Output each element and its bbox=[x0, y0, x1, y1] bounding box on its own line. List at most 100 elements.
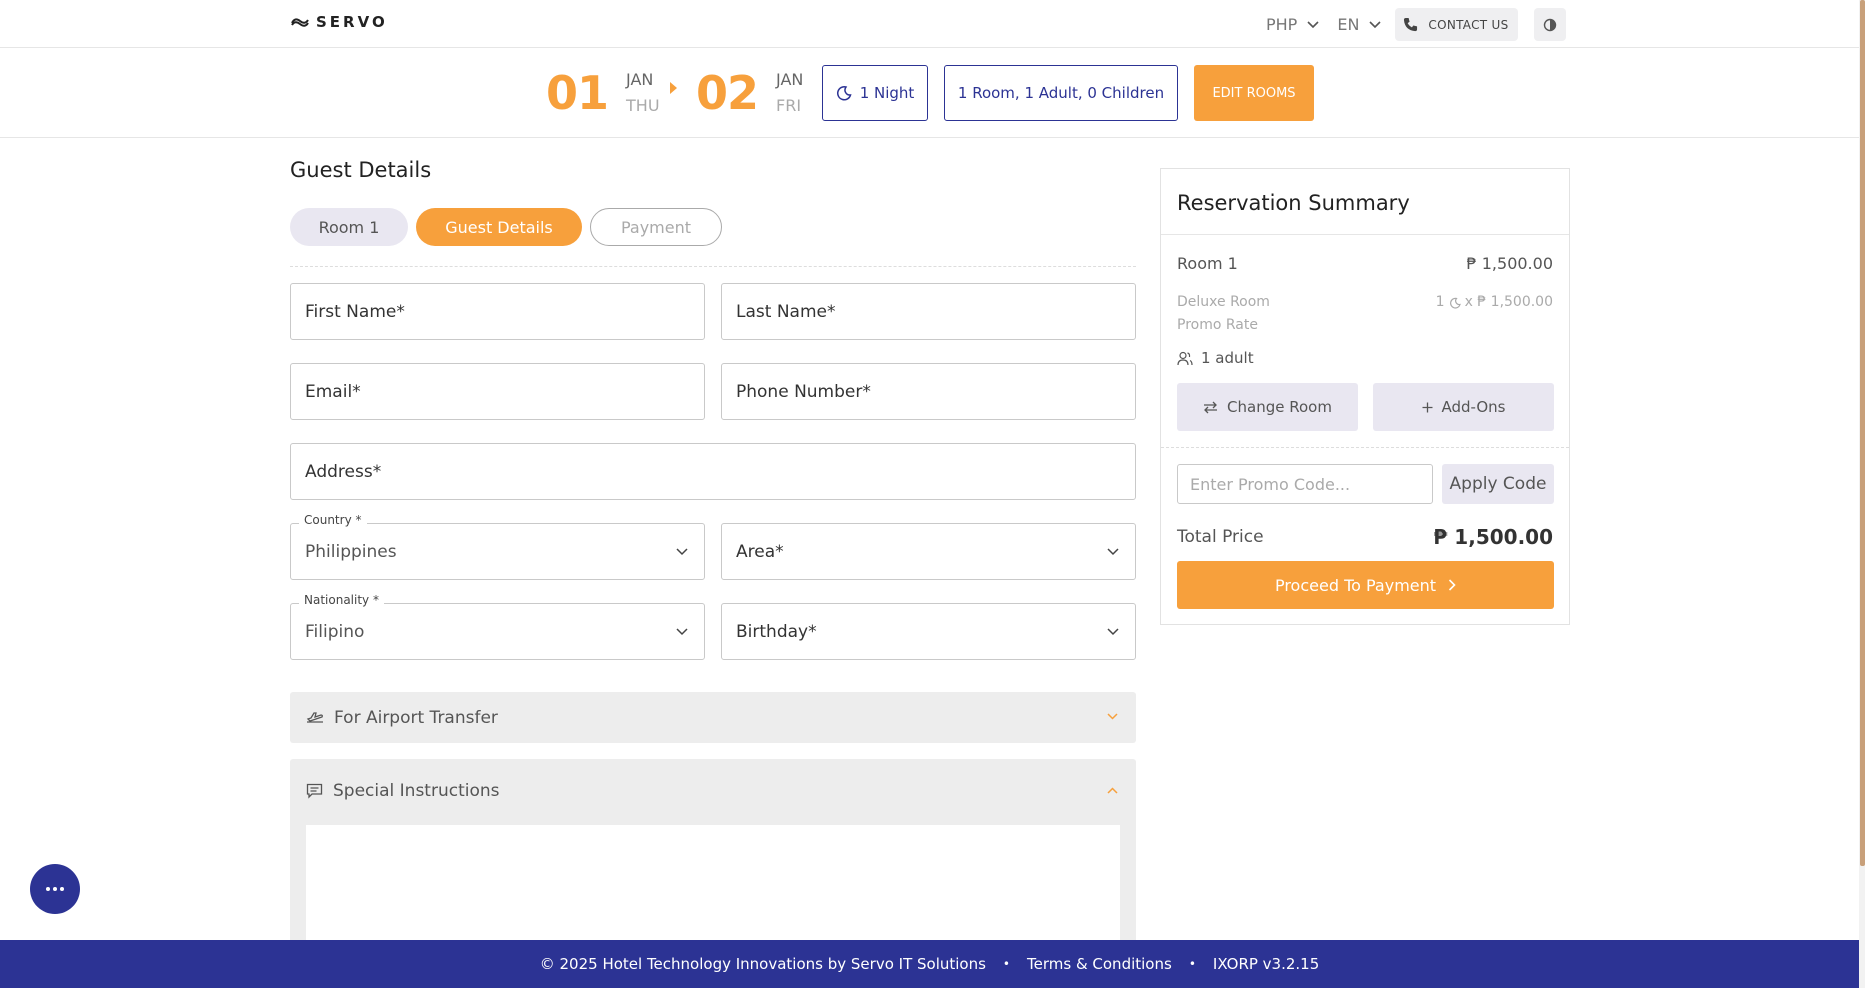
moon-icon bbox=[836, 86, 852, 101]
step-tabs: Room 1 Guest Details Payment bbox=[290, 208, 722, 246]
message-icon bbox=[306, 783, 323, 799]
more-dots-icon bbox=[60, 887, 64, 891]
language-value: EN bbox=[1337, 15, 1360, 34]
total-price-value: ₱ 1,500.00 bbox=[1433, 525, 1553, 549]
servo-logo-icon bbox=[291, 18, 309, 27]
nights-label: 1 Night bbox=[859, 84, 915, 102]
chevron-down-icon bbox=[676, 628, 688, 636]
add-ons-button[interactable]: Add-Ons bbox=[1373, 383, 1554, 431]
footer-separator: • bbox=[1002, 957, 1010, 971]
checkout-date[interactable]: 02 JAN FRI bbox=[696, 66, 803, 120]
summary-room-name: Room 1 bbox=[1177, 254, 1238, 273]
chevron-down-icon bbox=[1107, 628, 1119, 636]
more-dots-icon bbox=[53, 887, 57, 891]
nationality-select[interactable]: Nationality * Filipino bbox=[290, 593, 705, 660]
special-instructions-label: Special Instructions bbox=[333, 781, 500, 801]
checkout-weekday: FRI bbox=[776, 96, 802, 115]
nationality-value: Filipino bbox=[305, 621, 365, 642]
chevron-right-icon bbox=[1448, 579, 1456, 591]
total-price-label: Total Price bbox=[1177, 527, 1264, 547]
airport-transfer-accordion[interactable]: For Airport Transfer bbox=[290, 692, 1136, 743]
first-name-placeholder: First Name* bbox=[305, 301, 405, 322]
divider bbox=[290, 266, 1136, 267]
rate-detail: x ₱ 1,500.00 bbox=[1464, 294, 1553, 310]
edit-rooms-button[interactable]: EDIT ROOMS bbox=[1194, 65, 1314, 121]
contact-us-label: CONTACT US bbox=[1428, 17, 1509, 32]
adult-count-label: 1 adult bbox=[1201, 349, 1254, 367]
checkout-month: JAN bbox=[776, 70, 804, 89]
rooms-guests-label: 1 Room, 1 Adult, 0 Children bbox=[957, 84, 1165, 102]
nights-count: 1 bbox=[1435, 294, 1445, 310]
country-select[interactable]: Country * Philippines bbox=[290, 513, 705, 580]
booking-bar: 01 JAN THU 02 JAN FRI 1 Night 1 Room, 1 … bbox=[0, 48, 1859, 138]
divider bbox=[1161, 234, 1569, 235]
chevron-down-icon bbox=[1307, 20, 1319, 28]
last-name-field[interactable]: Last Name* bbox=[721, 283, 1136, 340]
checkin-date[interactable]: 01 JAN THU bbox=[546, 66, 660, 120]
birthday-select[interactable]: Birthday* bbox=[721, 603, 1136, 660]
birthday-placeholder: Birthday* bbox=[736, 621, 817, 642]
step-room-1[interactable]: Room 1 bbox=[290, 208, 408, 246]
step-guest-details[interactable]: Guest Details bbox=[416, 208, 582, 246]
checkin-weekday: THU bbox=[626, 96, 660, 115]
footer-separator: • bbox=[1188, 957, 1196, 971]
proceed-to-payment-button[interactable]: Proceed To Payment bbox=[1177, 561, 1554, 609]
step-payment[interactable]: Payment bbox=[590, 208, 722, 246]
change-room-button[interactable]: Change Room bbox=[1177, 383, 1358, 431]
top-header: SERVO PHP EN CONTACT US bbox=[0, 0, 1859, 48]
chevron-down-icon bbox=[1369, 20, 1381, 28]
more-dots-icon bbox=[46, 887, 50, 891]
room-type: Deluxe Room bbox=[1177, 294, 1270, 310]
first-name-field[interactable]: First Name* bbox=[290, 283, 705, 340]
change-room-label: Change Room bbox=[1227, 398, 1332, 416]
phone-number-field[interactable]: Phone Number* bbox=[721, 363, 1136, 420]
email-field[interactable]: Email* bbox=[290, 363, 705, 420]
logo-text: SERVO bbox=[316, 13, 388, 31]
area-placeholder: Area* bbox=[736, 541, 784, 562]
footer: © 2025 Hotel Technology Innovations by S… bbox=[0, 940, 1859, 988]
swap-icon bbox=[1204, 401, 1218, 413]
language-select[interactable]: EN bbox=[1333, 15, 1385, 34]
footer-copyright: © 2025 Hotel Technology Innovations by S… bbox=[539, 955, 986, 973]
scrollbar-thumb[interactable] bbox=[1860, 0, 1865, 866]
date-arrow-icon bbox=[670, 82, 677, 94]
special-instructions-accordion[interactable]: Special Instructions bbox=[290, 759, 1136, 949]
apply-code-button[interactable]: Apply Code bbox=[1442, 464, 1554, 504]
reservation-summary: Reservation Summary Room 1 ₱ 1,500.00 De… bbox=[1160, 168, 1570, 625]
summary-title: Reservation Summary bbox=[1177, 191, 1410, 215]
adult-count: 1 adult bbox=[1177, 349, 1254, 367]
plus-icon bbox=[1422, 402, 1432, 412]
country-value: Philippines bbox=[305, 541, 397, 562]
currency-select[interactable]: PHP bbox=[1262, 15, 1323, 34]
nationality-label: Nationality * bbox=[299, 593, 384, 607]
edit-rooms-label: EDIT ROOMS bbox=[1212, 85, 1296, 101]
rate-name: Promo Rate bbox=[1177, 317, 1258, 333]
nights-badge: 1 Night bbox=[822, 65, 928, 121]
phone-number-placeholder: Phone Number* bbox=[736, 381, 871, 402]
checkout-day: 02 bbox=[696, 66, 759, 120]
logo[interactable]: SERVO bbox=[290, 13, 388, 31]
more-options-button[interactable] bbox=[30, 864, 80, 914]
contact-us-button[interactable]: CONTACT US bbox=[1395, 8, 1518, 41]
users-icon bbox=[1177, 351, 1193, 365]
divider bbox=[1161, 447, 1569, 448]
terms-link[interactable]: Terms & Conditions bbox=[1027, 955, 1172, 973]
promo-code-input[interactable]: Enter Promo Code... bbox=[1177, 464, 1433, 504]
promo-code-placeholder: Enter Promo Code... bbox=[1190, 474, 1351, 494]
contrast-icon bbox=[1543, 18, 1556, 31]
chevron-down-icon bbox=[1107, 548, 1119, 556]
rooms-guests-summary[interactable]: 1 Room, 1 Adult, 0 Children bbox=[944, 65, 1178, 121]
airplane-takeoff-icon bbox=[306, 711, 323, 723]
moon-icon bbox=[1449, 297, 1461, 309]
proceed-label: Proceed To Payment bbox=[1274, 575, 1437, 595]
address-field[interactable]: Address* bbox=[290, 443, 1136, 500]
special-instructions-textarea[interactable] bbox=[306, 825, 1120, 945]
chevron-down-icon bbox=[1107, 713, 1118, 720]
page-title: Guest Details bbox=[290, 158, 432, 182]
email-placeholder: Email* bbox=[305, 381, 361, 402]
area-select[interactable]: Area* bbox=[721, 523, 1136, 580]
phone-icon bbox=[1404, 17, 1418, 32]
currency-value: PHP bbox=[1266, 15, 1298, 34]
theme-toggle-button[interactable] bbox=[1533, 8, 1566, 41]
chevron-up-icon bbox=[1107, 787, 1118, 794]
